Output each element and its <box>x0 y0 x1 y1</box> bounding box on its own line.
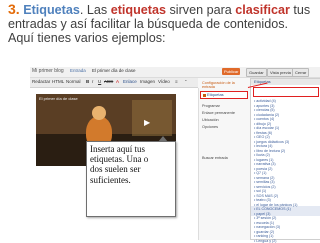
slide-heading: 3. Etiquetas. Las etiquetas sirven para … <box>8 2 316 45</box>
italic-button[interactable]: I <box>92 79 93 84</box>
font-select[interactable]: Normal <box>66 79 81 84</box>
heading-text-2: sirven para <box>166 3 235 17</box>
labels-popup: Etiquetas • actividad (4) • apuntes (3) … <box>250 78 320 240</box>
post-title-field[interactable]: El primer día de clase <box>92 68 136 73</box>
permalink-setting[interactable]: Enlace permanente <box>202 111 248 115</box>
underline-button[interactable]: U <box>98 79 101 84</box>
html-tab[interactable]: HTML <box>52 79 64 84</box>
format-toolbar: Redactar HTML Normal B I U ABC A Enlace … <box>30 78 198 88</box>
label-item[interactable]: • Lengua y (2) <box>254 239 320 243</box>
tag-icon <box>203 94 206 97</box>
options-setting[interactable]: Opciones <box>202 125 248 129</box>
tip-callout: Inserta aquí tus etiquetas. Una o dos su… <box>86 141 176 217</box>
schedule-setting[interactable]: Programar <box>202 104 248 108</box>
link-button[interactable]: Enlace <box>123 79 137 84</box>
publish-button[interactable]: Publicar <box>222 68 240 75</box>
strike-button[interactable]: ABC <box>104 79 113 84</box>
heading-text-1: . Las <box>80 3 111 17</box>
blogger-screenshot: Mi primer blog Entrada El primer día de … <box>30 67 320 240</box>
heading-accent: clasificar <box>235 3 290 17</box>
search-note: Buscar entrada <box>202 156 248 160</box>
heading-keyword: etiquetas <box>111 3 166 17</box>
callout-pointer <box>158 136 168 142</box>
play-icon[interactable]: ▶ <box>144 118 150 127</box>
callout-text: Inserta aquí tus etiquetas. Una o dos su… <box>90 144 156 185</box>
labels-setting[interactable]: Etiquetas <box>200 91 248 99</box>
blog-name[interactable]: Mi primer blog <box>32 68 64 74</box>
settings-title: Configuración de la entrada <box>202 81 248 89</box>
labels-list: • actividad (4) • apuntes (3) • ciencias… <box>254 99 320 243</box>
location-setting[interactable]: Ubicación <box>202 118 248 122</box>
close-button[interactable]: Cerrar <box>292 68 309 77</box>
text-color-button[interactable]: A <box>116 79 119 84</box>
heading-title: Etiquetas <box>23 3 80 17</box>
video-caption: El primer día de clase <box>39 96 78 101</box>
image-button[interactable]: Imagen <box>140 79 155 84</box>
preview-button[interactable]: Vista previa <box>267 68 294 77</box>
save-button[interactable]: Guardar <box>246 68 267 77</box>
video-button[interactable]: Vídeo <box>158 79 170 84</box>
quote-button[interactable]: “ <box>185 79 187 84</box>
editor-topbar: Mi primer blog Entrada El primer día de … <box>30 67 320 78</box>
bold-button[interactable]: B <box>86 79 89 84</box>
align-button[interactable]: ≡ <box>175 79 178 84</box>
post-settings-sidebar: Configuración de la entrada Etiquetas Pr… <box>199 78 249 240</box>
video-character-head <box>92 106 106 120</box>
compose-tab[interactable]: Redactar <box>32 79 50 84</box>
video-light-area <box>132 100 172 136</box>
heading-number: 3. <box>8 1 20 17</box>
labels-input[interactable] <box>253 87 319 97</box>
tab-entries[interactable]: Entrada <box>70 68 86 73</box>
labels-setting-label: Etiquetas <box>207 92 224 97</box>
